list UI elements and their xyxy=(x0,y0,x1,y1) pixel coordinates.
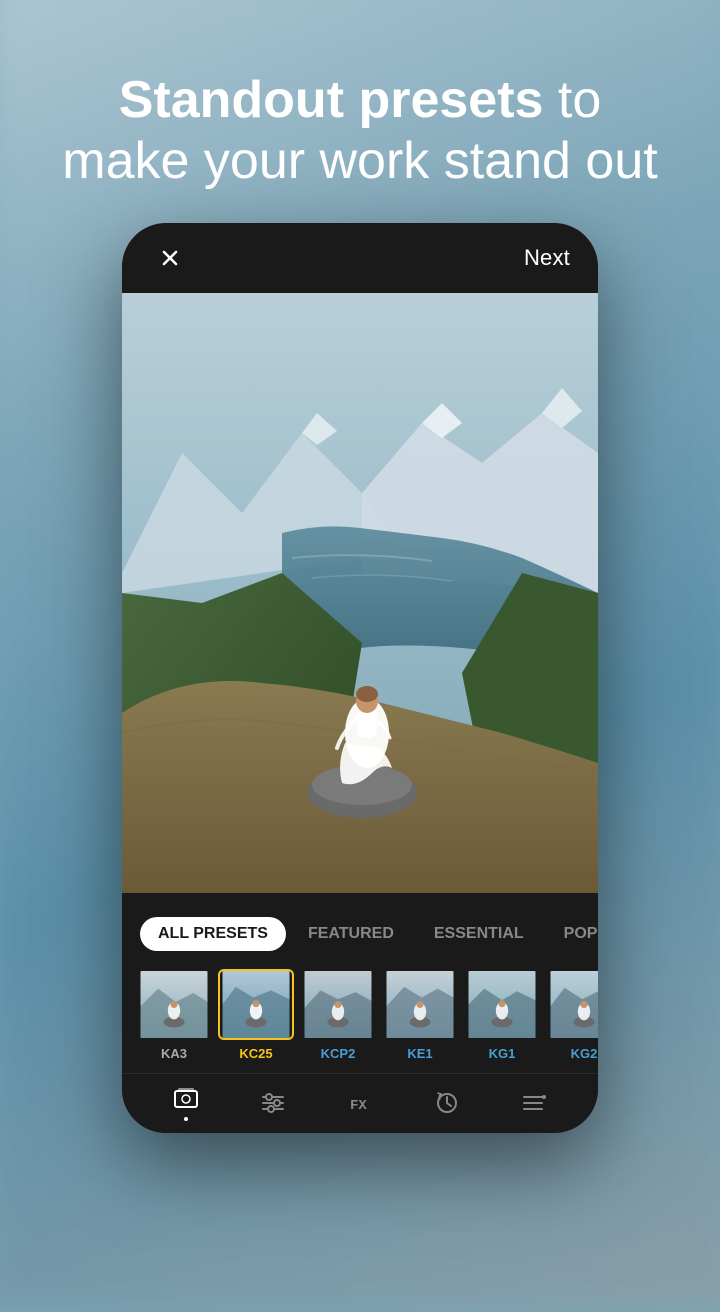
headline-bold: Standout presets xyxy=(119,71,544,129)
preset-ka3[interactable]: KA3 xyxy=(136,969,212,1061)
preset-ka3-label: KA3 xyxy=(161,1046,187,1061)
tab-essential[interactable]: ESSENTIAL xyxy=(416,917,542,951)
preset-kg1[interactable]: KG1 xyxy=(464,969,540,1061)
headline-line2: make your work stand out xyxy=(60,131,660,192)
tool-menu[interactable] xyxy=(510,1079,558,1127)
phone-mockup: Next xyxy=(122,223,598,1133)
preset-ke1-image xyxy=(382,969,458,1040)
tool-photos[interactable] xyxy=(162,1079,210,1127)
photo-area xyxy=(122,293,598,893)
preset-kc25-label: KC25 xyxy=(239,1046,272,1061)
phone-topbar: Next xyxy=(122,223,598,293)
presets-panel: ALL PRESETS FEATURED ESSENTIAL POPU... xyxy=(122,893,598,1133)
preset-kc25-image xyxy=(218,969,294,1040)
preset-ke1[interactable]: KE1 xyxy=(382,969,458,1061)
next-button[interactable]: Next xyxy=(524,245,570,271)
headline-to: to xyxy=(543,71,601,129)
preset-kg1-image xyxy=(464,969,540,1040)
svg-text:FX: FX xyxy=(350,1098,367,1114)
bottom-toolbar: FX xyxy=(122,1073,598,1133)
tab-popular[interactable]: POPU... xyxy=(546,917,598,951)
preset-kcp2-label: KCP2 xyxy=(321,1046,356,1061)
preset-kcp2-image xyxy=(300,969,376,1040)
preset-ke1-label: KE1 xyxy=(407,1046,432,1061)
tool-adjustments[interactable] xyxy=(249,1079,297,1127)
tab-all-presets[interactable]: ALL PRESETS xyxy=(140,917,286,951)
close-button[interactable] xyxy=(150,238,190,278)
preset-kc25[interactable]: KC25 xyxy=(218,969,294,1061)
preset-kcp2[interactable]: KCP2 xyxy=(300,969,376,1061)
active-tool-indicator xyxy=(184,1117,188,1121)
tool-fx[interactable]: FX xyxy=(336,1079,384,1127)
preset-kg2-image xyxy=(546,969,598,1040)
main-container: Standout presets to make your work stand… xyxy=(0,0,720,1280)
preset-tabs: ALL PRESETS FEATURED ESSENTIAL POPU... xyxy=(122,893,598,957)
preset-ka3-image xyxy=(136,969,212,1040)
preset-thumbnails: KA3 xyxy=(122,957,598,1073)
mountain-scene xyxy=(122,293,598,893)
preset-kg2-label: KG2 xyxy=(571,1046,598,1061)
tab-featured[interactable]: FEATURED xyxy=(290,917,412,951)
preset-kg1-label: KG1 xyxy=(489,1046,516,1061)
preset-kg2[interactable]: KG2 xyxy=(546,969,598,1061)
tool-history[interactable] xyxy=(423,1079,471,1127)
headline-section: Standout presets to make your work stand… xyxy=(0,0,720,223)
